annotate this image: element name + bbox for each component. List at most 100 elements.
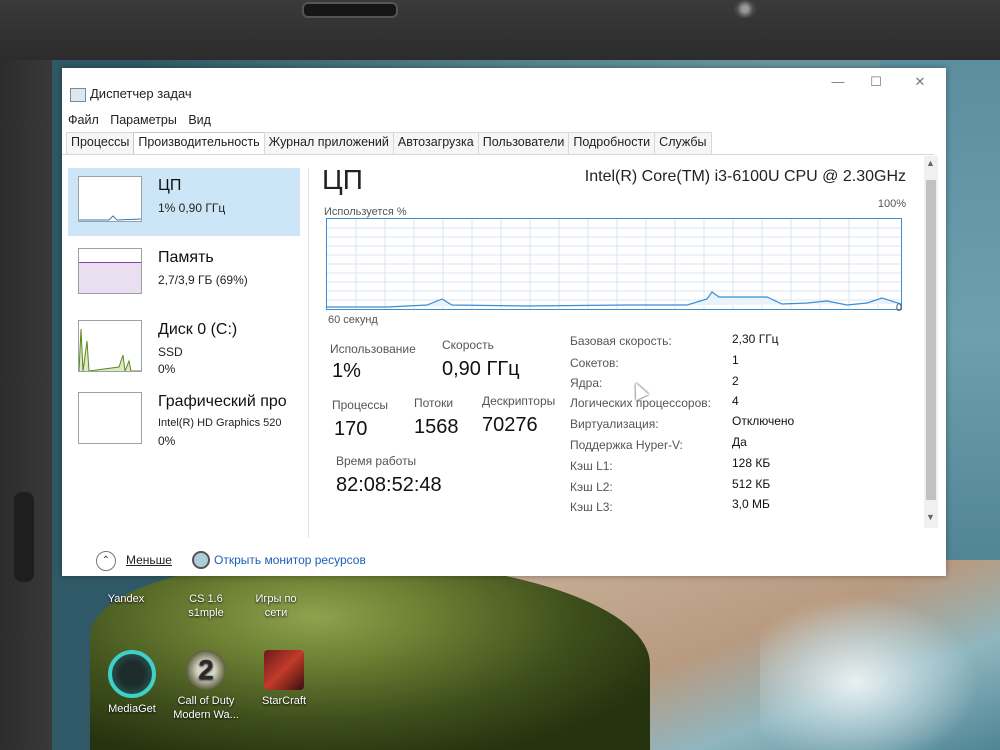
desktop-icon-label: сети [264,607,288,619]
disk-thumbnail-graph [78,320,142,372]
stat-handles-label: Дескрипторы [482,394,556,408]
desktop-icon-starcraft[interactable]: StarCraft [244,650,324,708]
desktop-icon-label: Игры по [255,593,297,605]
desktop-icon-label: MediaGet [108,703,156,715]
cpu-graph-svg [327,219,902,309]
task-manager-icon [70,88,86,102]
spec-virtualization-value: Отключено [732,414,795,428]
spec-l1-label: Кэш L1: [570,459,613,473]
close-icon[interactable]: ✕ [900,74,940,90]
spec-l1-value: 128 КБ [732,456,771,470]
sidebar-item-disk[interactable]: Диск 0 (C:) SSD 0% [68,312,300,380]
menu-view[interactable]: Вид [188,113,211,127]
wallpaper-surf [760,580,1000,750]
desktop-icon-mediaget[interactable]: MediaGet [92,650,172,716]
webcam-slot [302,2,398,18]
maximize-icon[interactable]: ☐ [856,74,896,90]
sidebar-item-title: Память [158,249,214,266]
menu-options[interactable]: Параметры [110,113,177,127]
gpu-thumbnail-graph [78,392,142,444]
stat-processes-label: Процессы [332,398,389,412]
spec-hyperv-value: Да [732,435,747,449]
spec-l3-value: 3,0 МБ [732,497,770,511]
stat-speed-label: Скорость [442,338,494,352]
resource-monitor-icon[interactable] [192,551,210,569]
graph-label-min: 0 [895,302,902,314]
graph-label-max: 100% [877,198,906,210]
call-of-duty-icon: 2 [186,650,226,690]
sidebar-item-title: ЦП [158,177,182,194]
window-title: Диспетчер задач [90,86,192,101]
stat-usage-label: Использование [330,342,416,356]
desktop-icon-cs16[interactable]: CS 1.6 s1mple [166,592,246,620]
mediaget-icon [108,650,156,698]
graph-label-usage: Используется % [324,206,407,218]
tab-performance[interactable]: Производительность [133,132,265,154]
menu-file[interactable]: Файл [68,113,99,127]
memory-thumbnail-graph [78,248,142,294]
spec-cores-value: 2 [732,374,739,388]
desktop-icon-label: StarCraft [261,695,306,707]
desktop-icon-label: CS 1.6 [189,593,223,605]
task-manager-window: Диспетчер задач — ☐ ✕ Файл Параметры Вид… [62,68,946,576]
sidebar-item-sub: Intel(R) HD Graphics 520 [158,417,282,429]
desktop-icon-label: s1mple [188,607,224,619]
sidebar-item-cpu[interactable]: ЦП 1% 0,90 ГГц [68,168,300,236]
memory-fill [79,262,141,293]
tab-strip: Процессы Производительность Журнал прило… [66,132,712,154]
tab-processes[interactable]: Процессы [66,132,135,154]
vertical-scrollbar[interactable]: ▲ ▼ [924,156,938,528]
sidebar-item-sub: SSD [158,345,183,359]
menu-bar: Файл Параметры Вид [68,113,219,127]
desktop-icon-label: Call of Duty [177,695,235,707]
spec-sockets-label: Сокетов: [570,356,619,370]
desktop-icon-network-games[interactable]: Игры по сети [236,592,316,620]
tab-services[interactable]: Службы [654,132,712,154]
spec-cores-label: Ядра: [570,376,603,390]
chevron-up-icon[interactable]: ⌃ [96,551,116,571]
tab-divider [62,154,934,155]
sidebar-item-title: Диск 0 (C:) [158,321,238,338]
stat-threads-value: 1568 [414,416,459,438]
tab-users[interactable]: Пользователи [477,132,570,154]
laptop-bezel-left [0,60,52,750]
scroll-thumb[interactable] [926,180,936,500]
spec-hyperv-label: Поддержка Hyper-V: [570,438,683,452]
spec-virtualization-label: Виртуализация: [570,417,659,431]
sidebar-item-gpu[interactable]: Графический про Intel(R) HD Graphics 520… [68,384,300,452]
tab-app-history[interactable]: Журнал приложений [263,132,394,154]
cpu-thumbnail-graph [78,176,142,222]
stat-handles-value: 70276 [482,414,538,436]
open-resource-monitor-link[interactable]: Открыть монитор ресурсов [214,553,366,567]
starcraft-icon [264,650,304,690]
tab-details[interactable]: Подробности [568,132,656,154]
minimize-icon[interactable]: — [818,74,858,89]
desktop-icon-label: Yandex [107,593,145,605]
sidebar-item-sub2: 0% [158,434,176,448]
spec-base-speed-value: 2,30 ГГц [732,332,779,346]
bezel-button [14,492,34,582]
page-title: ЦП [322,164,363,195]
tab-startup[interactable]: Автозагрузка [392,132,479,154]
cpu-model: Intel(R) Core(TM) i3-6100U CPU @ 2.30GHz [584,168,906,185]
title-bar[interactable]: Диспетчер задач — ☐ ✕ [62,68,946,112]
graph-grid [327,219,901,309]
disk-thumbnail-bars [79,328,141,371]
desktop-icon-yandex[interactable]: Yandex [86,592,166,606]
sidebar-item-sub2: 0% [158,362,176,376]
scroll-up-icon[interactable]: ▲ [926,158,935,168]
fewer-details-button[interactable]: Меньше [126,553,172,567]
cpu-usage-graph [326,218,902,310]
scroll-down-icon[interactable]: ▼ [926,512,935,522]
spec-base-speed-label: Базовая скорость: [570,334,672,348]
cpu-thumbnail-line [79,215,141,221]
spec-l2-label: Кэш L2: [570,480,613,494]
sidebar-item-memory[interactable]: Память 2,7/3,9 ГБ (69%) [68,240,300,308]
stat-processes-value: 170 [334,418,368,440]
stat-threads-label: Потоки [414,396,454,410]
desktop-icon-call-of-duty[interactable]: 2 Call of Duty Modern Wa... [166,650,246,722]
desktop-icon-label: Modern Wa... [173,709,239,721]
spec-l2-value: 512 КБ [732,477,771,491]
stat-usage-value: 1% [332,360,361,382]
stat-speed-value: 0,90 ГГц [442,358,520,380]
